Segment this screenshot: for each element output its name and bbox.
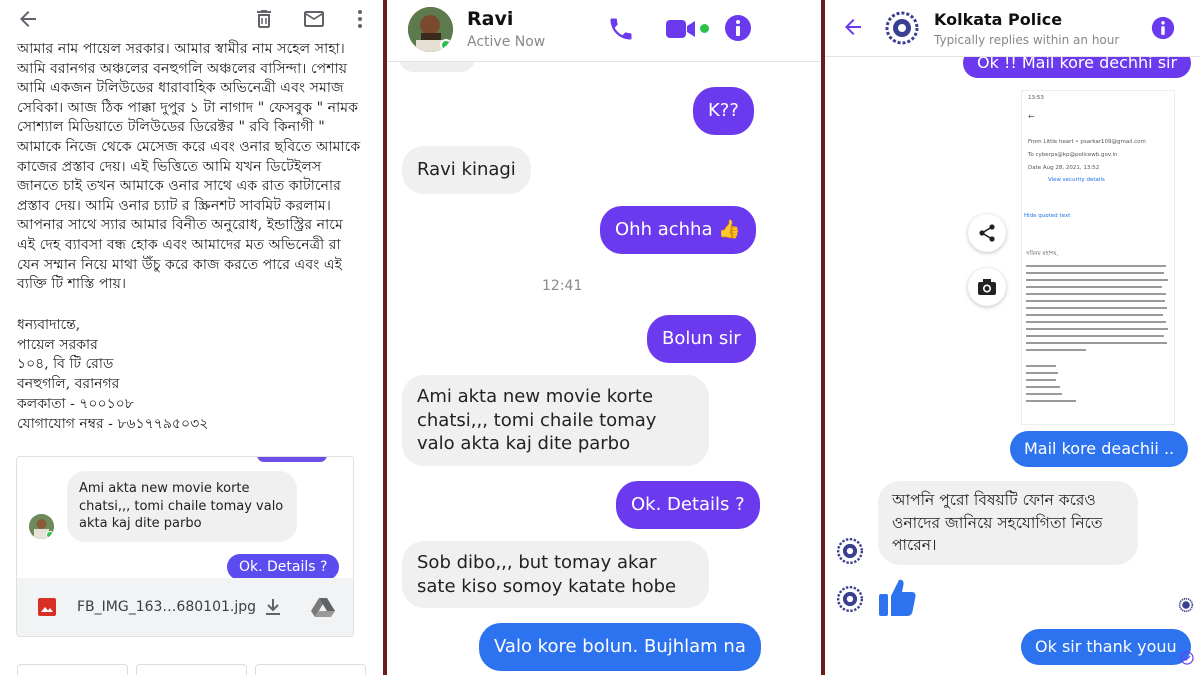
email-body-line: সোশ্যাল মিডিয়াতে টলিউডের ডিরেক্টর " রবি…	[17, 119, 325, 136]
email-body-line: জানতে চাই তখন আমাকে ওনার সাথে এক রাত কাট…	[17, 178, 341, 195]
screenshot-to: To cyberps@kp@policewb.gov.in	[1028, 152, 1118, 158]
attachment-card[interactable]: Ami akta new movie korte chatsi,,, tomi …	[16, 456, 354, 637]
email-body-line: এই দেহ ব্যাবসা বন্ধ হোক এবং আমাদের মত অভ…	[17, 236, 341, 253]
ravi-chat-panel: Ravi Active Now K?? Ravi kinagi Ohh achh…	[387, 0, 821, 675]
shared-screenshot-image[interactable]: 13:53 ← From Little heart • psarkar109@g…	[1021, 90, 1175, 425]
attachment-filename: FB_IMG_163…680101.jpg	[77, 599, 256, 615]
contact-name: Ravi	[467, 8, 514, 30]
reply-buttons-row	[17, 664, 366, 675]
screenshot-from: From Little heart • psarkar109@gmail.com	[1028, 139, 1146, 145]
contact-avatar[interactable]	[408, 7, 453, 52]
online-dot	[440, 39, 452, 51]
signature-line: যোগাযোগ নম্বর - ৮৬১৭৭৯৫০৩২	[17, 415, 209, 432]
share-icon	[979, 224, 995, 242]
more-vert-icon[interactable]	[348, 7, 372, 37]
email-body-line: প্রস্তাব দেয়। আমি ওনার চ্যাট র স্ক্রিনশ…	[17, 197, 331, 214]
screenshot-greeting: সবিনয় মহাশয়,	[1026, 251, 1059, 257]
back-arrow-icon[interactable]	[16, 7, 40, 37]
email-body-line: কাজের প্রস্তাব দেয়। এই ভিত্তিতে আমি যখন…	[17, 158, 322, 175]
timestamp: 12:41	[542, 278, 583, 294]
download-icon[interactable]	[263, 597, 283, 621]
police-avatar	[835, 536, 865, 566]
message-bubble: Ohh achha 👍	[600, 206, 756, 254]
message-bubble: Ravi kinagi	[402, 146, 531, 194]
screenshot-email-text	[1026, 265, 1168, 402]
message-bubble: Sob dibo,,, but tomay akar sate kiso som…	[402, 541, 709, 608]
preview-avatar	[29, 514, 54, 539]
contact-status: Active Now	[467, 34, 546, 50]
mail-icon[interactable]	[302, 7, 326, 37]
email-body-line: আমাকে নিজে থেকে মেসেজ করে এবং ওনার ছবিতে…	[17, 138, 361, 155]
thumbs-up-icon	[877, 576, 917, 622]
delivered-check-icon	[1180, 650, 1194, 669]
email-body: আমার নাম পায়েল সরকার। আমার স্বামীর নাম …	[17, 40, 373, 295]
forward-button[interactable]	[255, 664, 366, 675]
message-bubble: K??	[693, 87, 754, 135]
share-button[interactable]	[968, 214, 1006, 252]
image-file-icon	[37, 597, 57, 621]
contact-name: Kolkata Police	[934, 10, 1063, 29]
info-icon[interactable]	[1151, 16, 1175, 44]
message-bubble: Valo kore bolun. Bujhlam na	[479, 623, 761, 671]
message-bubble: Bolun sir	[647, 315, 756, 363]
police-avatar	[835, 584, 865, 614]
screenshot-status-time: 13:53	[1028, 95, 1044, 101]
screenshot-date: Date Aug 28, 2021, 13:52	[1028, 165, 1100, 171]
message-bubble: আপনি পুরো বিষয়টি ফোন করেও ওনাদের জানিয়…	[878, 481, 1138, 565]
email-body-line: আমি বরানগর অঞ্চলের বনহুগলি অঞ্চলের বাসিন…	[17, 60, 348, 77]
signature-line: ধন্যবাদান্তে,	[17, 317, 81, 333]
seen-avatar-icon	[1178, 597, 1194, 617]
email-signature: ধন্যবাদান্তে, পায়েল সরকার ১০৪, বি টি রো…	[17, 316, 317, 434]
attachment-file-row[interactable]: FB_IMG_163…680101.jpg	[17, 578, 353, 636]
kolkata-police-logo[interactable]	[883, 9, 921, 47]
preview-received-bubble: Ami akta new movie korte chatsi,,, tomi …	[67, 471, 297, 542]
police-chat-panel: Ok !! Mail kore dechhi sir Kolkata Polic…	[825, 0, 1200, 675]
message-bubble: Mail kore deachii ..	[1010, 431, 1189, 467]
email-body-line: সেবিকা। আজ ঠিক পাক্কা দুপুর ১ টা নাগাদ "…	[17, 99, 359, 116]
preview-sent-bubble: Ok. Details ?	[227, 554, 340, 580]
chat-header: Kolkata Police Typically replies within …	[825, 0, 1200, 57]
contact-status: Typically replies within an hour	[934, 33, 1120, 47]
signature-line: কলকাতা - ৭০০১০৮	[17, 395, 134, 412]
screenshot-view-details: View security details	[1048, 177, 1105, 183]
camera-icon	[978, 279, 996, 295]
preview-bubble-stub	[257, 457, 327, 462]
reply-button[interactable]	[17, 664, 128, 675]
message-bubble: Ok. Details ?	[616, 481, 760, 529]
video-call-icon[interactable]	[665, 15, 697, 47]
email-toolbar	[0, 0, 383, 40]
email-body-line: ব্যক্তি টি শাস্তি পায়।	[17, 276, 127, 293]
email-body-line: আপনার সাথে স্যার আমার বিনীত অনুরোধ, ইন্ড…	[17, 217, 343, 234]
video-active-dot	[700, 24, 709, 33]
signature-line: ১০৪, বি টি রোড	[17, 356, 114, 373]
screenshot-hide-quoted: Hide quoted text	[1024, 213, 1071, 219]
camera-button[interactable]	[968, 268, 1006, 306]
email-body-line: আমার নাম পায়েল সরকার। আমার স্বামীর নাম …	[17, 41, 345, 57]
message-bubble: Ok sir thank youu	[1021, 629, 1191, 665]
info-icon[interactable]	[724, 14, 752, 46]
drive-icon[interactable]	[311, 597, 335, 621]
reply-all-button[interactable]	[136, 664, 247, 675]
signature-line: বনহুগলি, বরানগর	[17, 376, 120, 393]
back-arrow-icon[interactable]	[841, 15, 865, 43]
email-body-line: আমি একজন টলিউডের ধারাবাহিক অভিনেত্রী এবং…	[17, 80, 344, 97]
email-panel: আমার নাম পায়েল সরকার। আমার স্বামীর নাম …	[0, 0, 383, 675]
signature-line: পায়েল সরকার	[17, 336, 98, 353]
email-body-line: যেন সম্মান নিয়ে মাথা উঁচু করে কাজ করতে …	[17, 256, 343, 273]
message-bubble: Ami akta new movie korte chatsi,,, tomi …	[402, 375, 709, 466]
screenshot-back-icon: ←	[1028, 112, 1035, 121]
phone-icon[interactable]	[607, 15, 635, 47]
trash-icon[interactable]	[252, 7, 276, 37]
chat-header: Ravi Active Now	[387, 0, 821, 62]
